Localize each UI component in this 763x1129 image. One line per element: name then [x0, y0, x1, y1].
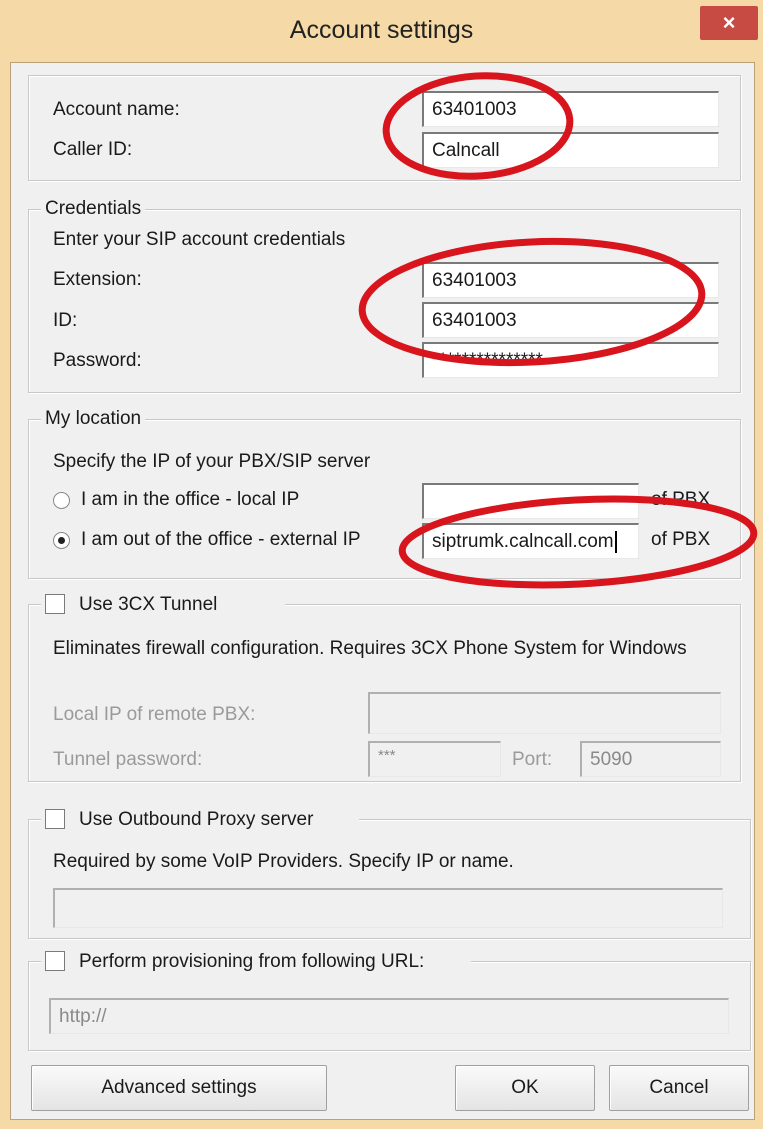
local-ip-suffix: of PBX [651, 489, 711, 510]
tunnel-password-label: Tunnel password: [53, 749, 203, 770]
credentials-legend: Credentials [41, 198, 146, 220]
tunnel-port-label: Port: [512, 749, 553, 770]
tunnel-group: Use 3CX Tunnel Eliminates firewall confi… [28, 593, 741, 782]
provisioning-url-input[interactable]: http:// [49, 998, 729, 1034]
account-name-input[interactable]: 63401003 [422, 91, 719, 127]
location-hint: Specify the IP of your PBX/SIP server [53, 451, 371, 472]
tunnel-checkbox[interactable] [45, 594, 65, 614]
tunnel-checkbox-label[interactable]: Use 3CX Tunnel [79, 593, 217, 617]
account-settings-window: Account settings × Account name: 6340100… [0, 0, 763, 1129]
extension-input[interactable]: 63401003 [422, 262, 719, 298]
proxy-group: Use Outbound Proxy server Required by so… [28, 808, 751, 939]
external-ip-value: siptrumk.calncall.com [432, 531, 614, 552]
local-ip-radio[interactable] [53, 492, 70, 509]
tunnel-legend: Use 3CX Tunnel [41, 593, 285, 619]
extension-label: Extension: [53, 269, 142, 290]
external-ip-input[interactable]: siptrumk.calncall.com [422, 523, 639, 559]
id-label: ID: [53, 310, 78, 331]
proxy-checkbox[interactable] [45, 809, 65, 829]
provisioning-checkbox-label[interactable]: Perform provisioning from following URL: [79, 950, 424, 974]
window-title: Account settings [289, 16, 474, 44]
local-ip-option-label[interactable]: I am in the office - local IP [81, 488, 299, 512]
id-input[interactable]: 63401003 [422, 302, 719, 338]
provisioning-fieldset: Perform provisioning from following URL:… [28, 950, 751, 1051]
tunnel-description: Eliminates firewall configuration. Requi… [53, 638, 687, 659]
credentials-hint: Enter your SIP account credentials [53, 229, 346, 250]
title-bar[interactable]: Account settings × [0, 0, 763, 64]
provisioning-checkbox[interactable] [45, 951, 65, 971]
tunnel-port-input[interactable]: 5090 [580, 741, 721, 777]
tunnel-local-ip-label: Local IP of remote PBX: [53, 704, 256, 725]
proxy-description: Required by some VoIP Providers. Specify… [53, 851, 514, 872]
ok-button[interactable]: OK [455, 1065, 595, 1111]
close-button[interactable]: × [700, 6, 758, 40]
credentials-group: Credentials Enter your SIP account crede… [28, 198, 741, 393]
dialog-client-area: Account name: 63401003 Caller ID: Calnca… [10, 62, 755, 1120]
external-ip-suffix: of PBX [651, 529, 711, 550]
caller-id-input[interactable]: Calncall [422, 132, 719, 168]
proxy-input[interactable] [53, 888, 723, 928]
external-ip-radio[interactable] [53, 532, 70, 549]
advanced-settings-button[interactable]: Advanced settings [31, 1065, 327, 1111]
account-group: Account name: 63401003 Caller ID: Calnca… [28, 75, 741, 181]
provisioning-legend: Perform provisioning from following URL: [41, 950, 471, 976]
tunnel-local-ip-input[interactable] [368, 692, 721, 734]
text-caret [614, 530, 617, 553]
local-ip-input[interactable] [422, 483, 639, 519]
location-legend: My location [41, 408, 146, 430]
proxy-legend: Use Outbound Proxy server [41, 808, 359, 834]
account-name-label: Account name: [53, 99, 180, 120]
password-input[interactable]: *************** [422, 342, 719, 378]
cancel-button[interactable]: Cancel [609, 1065, 749, 1111]
proxy-checkbox-label[interactable]: Use Outbound Proxy server [79, 808, 313, 832]
external-ip-option-label[interactable]: I am out of the office - external IP [81, 528, 397, 552]
tunnel-password-input[interactable]: *** [368, 741, 501, 777]
caller-id-label: Caller ID: [53, 139, 133, 160]
location-group: My location Specify the IP of your PBX/S… [28, 408, 741, 579]
password-label: Password: [53, 350, 142, 371]
